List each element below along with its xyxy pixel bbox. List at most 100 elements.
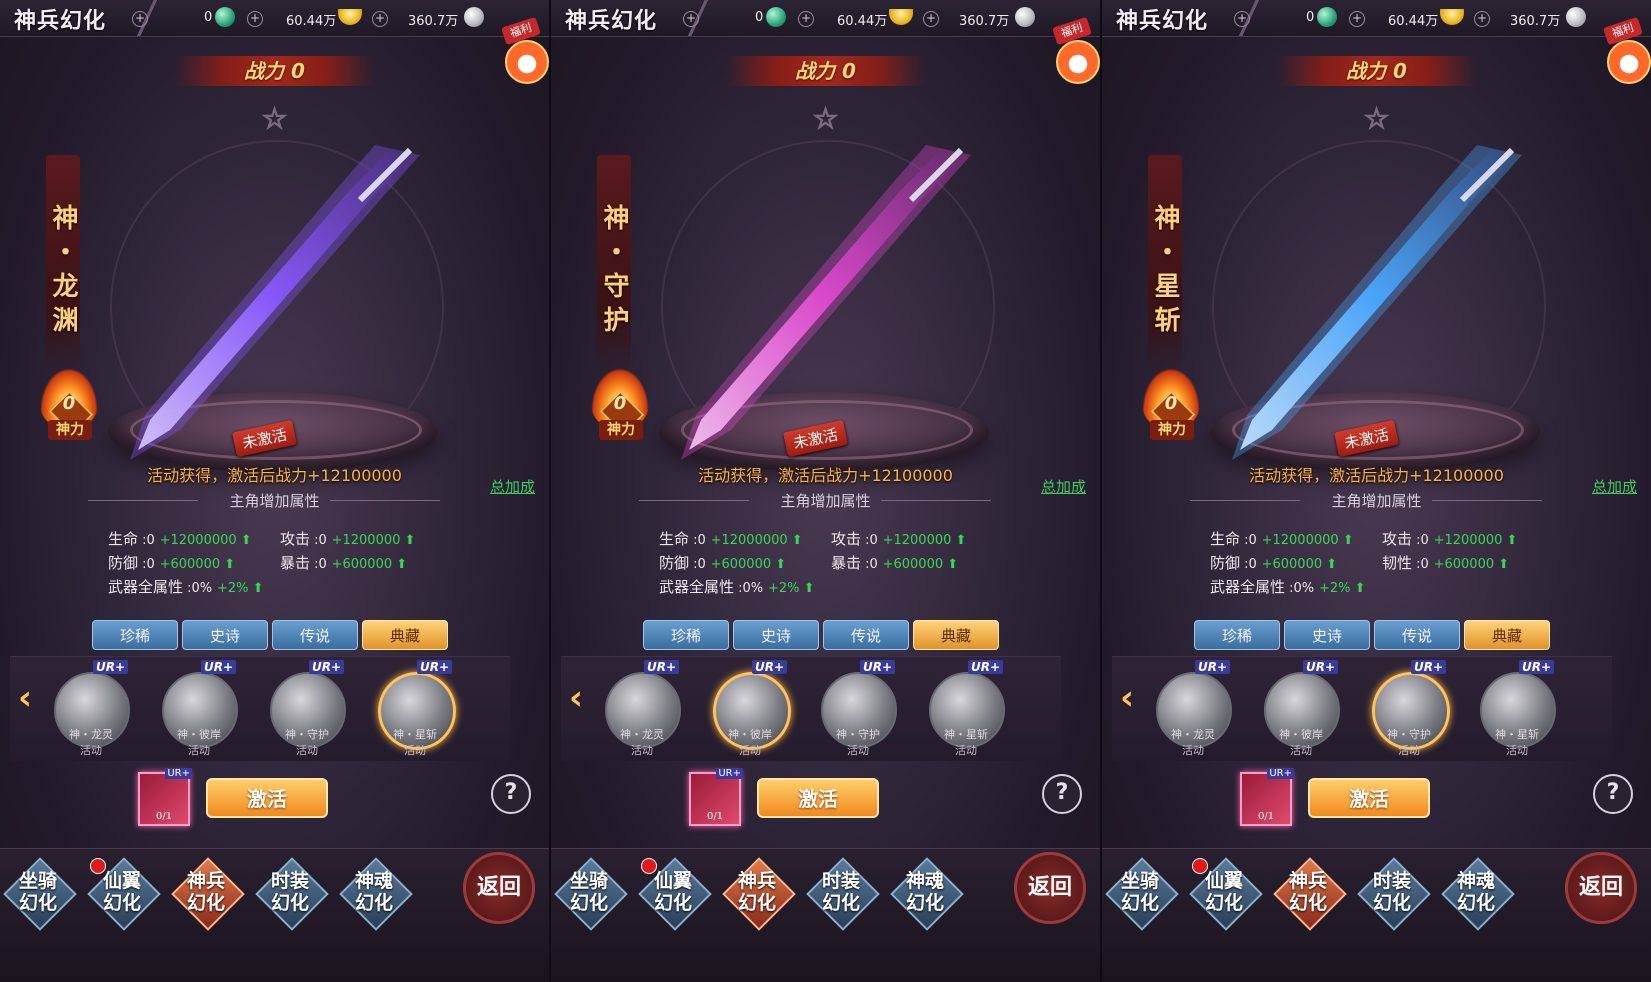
help-icon[interactable]: ? bbox=[1593, 774, 1633, 814]
stat-value: 0% bbox=[1293, 581, 1315, 596]
top-bar: 神兵幻化 + 0 + 60.44万 + 360.7万 bbox=[1102, 0, 1651, 37]
nav-soul[interactable]: 神魂 幻化 bbox=[339, 857, 413, 931]
tab-collection[interactable]: 典藏 bbox=[362, 620, 448, 650]
shenli-value: 0 bbox=[1164, 393, 1178, 414]
nav-mount[interactable]: 坐骑 幻化 bbox=[554, 857, 628, 931]
add-ingot-button[interactable]: + bbox=[1474, 11, 1490, 27]
activation-card[interactable]: UR+ 0/1 bbox=[689, 768, 743, 826]
nav-weapon[interactable]: 神兵 幻化 bbox=[722, 857, 796, 931]
tab-legend[interactable]: 传说 bbox=[1374, 620, 1460, 650]
list-item[interactable]: UR+ 神・守护 活动 bbox=[268, 660, 346, 757]
add-gem-button[interactable]: + bbox=[247, 11, 263, 27]
tab-epic[interactable]: 史诗 bbox=[1284, 620, 1370, 650]
nav-weapon[interactable]: 神兵 幻化 bbox=[171, 857, 245, 931]
activate-button[interactable]: 激活 bbox=[757, 778, 879, 818]
stat-label: 攻击 bbox=[831, 530, 862, 548]
stat-label: 武器全属性 bbox=[108, 578, 184, 596]
nav-wings[interactable]: 仙翼 幻化 bbox=[1189, 857, 1263, 931]
list-item[interactable]: UR+ 神・星斩 活动 bbox=[927, 660, 1005, 757]
nav-costume[interactable]: 时装 幻化 bbox=[255, 857, 329, 931]
weapon-name: 神・守护 bbox=[597, 155, 631, 375]
activate-button[interactable]: 激活 bbox=[1308, 778, 1430, 818]
coin-count: 360.7万 bbox=[1510, 14, 1561, 29]
left-arrow-icon[interactable]: ‹ bbox=[569, 678, 583, 718]
list-item[interactable]: UR+ 神・星斩 活动 bbox=[376, 660, 456, 757]
rarity-tabs: 珍稀 史诗 传说 典藏 bbox=[92, 620, 448, 650]
back-button[interactable]: 返回 bbox=[1014, 852, 1086, 924]
list-item[interactable]: UR+ 神・龙灵 活动 bbox=[52, 660, 130, 757]
nav-costume[interactable]: 时装 幻化 bbox=[1357, 857, 1431, 931]
stat-row: 暴击 :0 +600000 ⬆ bbox=[280, 554, 408, 572]
stat-increase: +600000 bbox=[710, 557, 772, 572]
item-name: 神・彼岸 bbox=[177, 728, 221, 741]
nav-weapon[interactable]: 神兵 幻化 bbox=[1273, 857, 1347, 931]
tab-epic[interactable]: 史诗 bbox=[733, 620, 819, 650]
stat-increase: +600000 bbox=[882, 557, 944, 572]
ur-badge: UR+ bbox=[1302, 660, 1338, 674]
add-button[interactable]: + bbox=[683, 11, 699, 27]
rarity-tabs: 珍稀 史诗 传说 典藏 bbox=[1194, 620, 1550, 650]
list-item[interactable]: UR+ 神・守护 活动 bbox=[1370, 660, 1450, 757]
add-button[interactable]: + bbox=[1234, 11, 1250, 27]
notification-dot bbox=[641, 858, 657, 874]
stat-value: 0 bbox=[697, 533, 706, 548]
tab-legend[interactable]: 传说 bbox=[272, 620, 358, 650]
stat-increase: +600000 bbox=[1433, 557, 1495, 572]
nav-mount[interactable]: 坐骑 幻化 bbox=[1105, 857, 1179, 931]
list-item[interactable]: UR+ 神・守护 活动 bbox=[819, 660, 897, 757]
rarity-tabs: 珍稀 史诗 传说 典藏 bbox=[643, 620, 999, 650]
item-list: UR+ 神・龙灵 活动 UR+ 神・彼岸 活动 UR+ 神・守护 活动 UR+ … bbox=[603, 660, 1005, 757]
welfare-icon bbox=[1056, 40, 1100, 84]
add-gem-button[interactable]: + bbox=[1349, 11, 1365, 27]
stat-row: 暴击 :0 +600000 ⬆ bbox=[831, 554, 959, 572]
left-arrow-icon[interactable]: ‹ bbox=[1120, 678, 1134, 718]
add-gem-button[interactable]: + bbox=[798, 11, 814, 27]
nav-label: 仙翼 幻化 bbox=[1204, 870, 1243, 914]
nav-soul[interactable]: 神魂 幻化 bbox=[1441, 857, 1515, 931]
nav-costume[interactable]: 时装 幻化 bbox=[806, 857, 880, 931]
ingot-count: 60.44万 bbox=[1388, 14, 1439, 29]
tab-rare[interactable]: 珍稀 bbox=[643, 620, 729, 650]
help-icon[interactable]: ? bbox=[491, 774, 531, 814]
ur-badge: UR+ bbox=[1410, 660, 1446, 674]
add-ingot-button[interactable]: + bbox=[923, 11, 939, 27]
add-ingot-button[interactable]: + bbox=[372, 11, 388, 27]
nav-wings[interactable]: 仙翼 幻化 bbox=[638, 857, 712, 931]
add-button[interactable]: + bbox=[132, 11, 148, 27]
nav-label: 神兵 幻化 bbox=[737, 870, 776, 914]
ur-badge: UR+ bbox=[308, 660, 344, 674]
nav-wings[interactable]: 仙翼 幻化 bbox=[87, 857, 161, 931]
tab-rare[interactable]: 珍稀 bbox=[1194, 620, 1280, 650]
activation-card[interactable]: UR+ 0/1 bbox=[1240, 768, 1294, 826]
nav-mount[interactable]: 坐骑 幻化 bbox=[3, 857, 77, 931]
ur-badge: UR+ bbox=[859, 660, 895, 674]
back-button[interactable]: 返回 bbox=[1565, 852, 1637, 924]
nav-soul[interactable]: 神魂 幻化 bbox=[890, 857, 964, 931]
list-item[interactable]: UR+ 神・龙灵 活动 bbox=[603, 660, 681, 757]
ur-badge: UR+ bbox=[716, 768, 743, 779]
list-item[interactable]: UR+ 神・彼岸 活动 bbox=[1262, 660, 1340, 757]
item-name: 神・彼岸 bbox=[1279, 728, 1323, 741]
top-bar: 神兵幻化 + 0 + 60.44万 + 360.7万 bbox=[0, 0, 549, 37]
stat-increase: +1200000 bbox=[331, 533, 401, 548]
left-arrow-icon[interactable]: ‹ bbox=[18, 678, 32, 718]
tab-epic[interactable]: 史诗 bbox=[182, 620, 268, 650]
stat-row: 生命 :0 +12000000 ⬆ bbox=[659, 530, 803, 548]
tab-rare[interactable]: 珍稀 bbox=[92, 620, 178, 650]
help-icon[interactable]: ? bbox=[1042, 774, 1082, 814]
item-source: 活动 bbox=[404, 744, 426, 757]
tab-collection[interactable]: 典藏 bbox=[1464, 620, 1550, 650]
back-button[interactable]: 返回 bbox=[463, 852, 535, 924]
stat-row: 攻击 :0 +1200000 ⬆ bbox=[1382, 530, 1518, 548]
activate-button[interactable]: 激活 bbox=[206, 778, 328, 818]
list-item[interactable]: UR+ 神・龙灵 活动 bbox=[1154, 660, 1232, 757]
tab-collection[interactable]: 典藏 bbox=[913, 620, 999, 650]
shenli-value: 0 bbox=[613, 393, 627, 414]
list-item[interactable]: UR+ 神・彼岸 活动 bbox=[711, 660, 791, 757]
list-item[interactable]: UR+ 神・彼岸 活动 bbox=[160, 660, 238, 757]
activation-card[interactable]: UR+ 0/1 bbox=[138, 768, 192, 826]
list-item[interactable]: UR+ 神・星斩 活动 bbox=[1478, 660, 1556, 757]
tab-legend[interactable]: 传说 bbox=[823, 620, 909, 650]
stat-value: 0 bbox=[869, 533, 878, 548]
item-name: 神・星斩 bbox=[393, 728, 437, 741]
